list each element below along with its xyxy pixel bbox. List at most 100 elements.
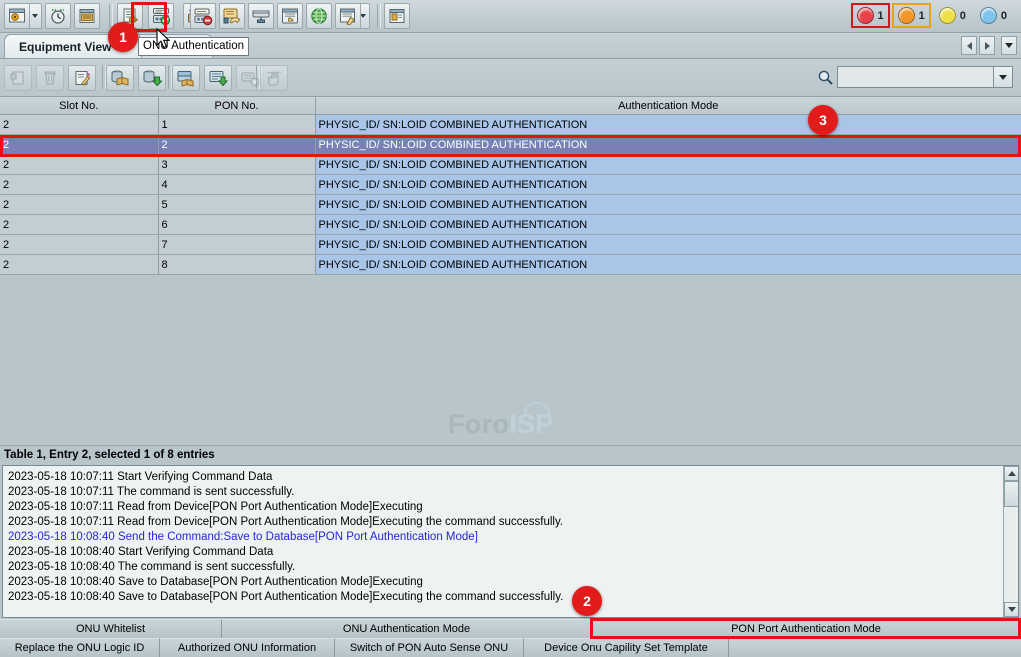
tab-scroll-right-button[interactable]: [979, 36, 995, 55]
alarm-major[interactable]: 1: [892, 3, 931, 28]
major-alarm-count: 1: [919, 10, 925, 22]
bottom-tab-row-primary: ONU WhitelistONU Authentication ModePON …: [0, 619, 1021, 638]
log-scroll-up-button[interactable]: [1004, 466, 1019, 481]
timer-icon[interactable]: [45, 3, 71, 29]
table-row[interactable]: 21PHYSIC_ID/ SN:LOID COMBINED AUTHENTICA…: [0, 115, 1021, 135]
onu-list-icon[interactable]: [74, 3, 100, 29]
log-line: 2023-05-18 10:07:11 Start Verifying Comm…: [8, 470, 1003, 485]
onu-authentication-icon[interactable]: [148, 3, 174, 29]
log-line: 2023-05-18 10:07:11 Read from Device[PON…: [8, 515, 1003, 530]
new-window-icon[interactable]: [4, 3, 30, 29]
hand-tool-icon[interactable]: [260, 65, 288, 91]
pon-authentication-table: Slot No. PON No. Authentication Mode 21P…: [0, 97, 1021, 275]
dropdown-caret-icon[interactable]: [29, 3, 42, 29]
table-row[interactable]: 25PHYSIC_ID/ SN:LOID COMBINED AUTHENTICA…: [0, 195, 1021, 215]
globe-icon[interactable]: [306, 3, 332, 29]
table-row[interactable]: 23PHYSIC_ID/ SN:LOID COMBINED AUTHENTICA…: [0, 155, 1021, 175]
watermark-foro: Foro: [448, 409, 509, 439]
pon-authentication-table-container: Slot No. PON No. Authentication Mode 21P…: [0, 97, 1021, 440]
onu-delete-icon[interactable]: [190, 3, 216, 29]
cell-slot-no: 2: [0, 155, 158, 175]
log-scrollbar[interactable]: [1003, 466, 1018, 617]
log-line: 2023-05-18 10:08:40 The command is sent …: [8, 560, 1003, 575]
alarm-warning[interactable]: 0: [974, 3, 1013, 28]
table-row[interactable]: 28PHYSIC_ID/ SN:LOID COMBINED AUTHENTICA…: [0, 255, 1021, 275]
table-row[interactable]: 26PHYSIC_ID/ SN:LOID COMBINED AUTHENTICA…: [0, 215, 1021, 235]
bottom-tab-row-secondary: Replace the ONU Logic IDAuthorized ONU I…: [0, 638, 1021, 657]
table-status-line: Table 1, Entry 2, selected 1 of 8 entrie…: [0, 445, 1021, 465]
cell-authentication-mode: PHYSIC_ID/ SN:LOID COMBINED AUTHENTICATI…: [315, 195, 1021, 215]
table-row[interactable]: 22PHYSIC_ID/ SN:LOID COMBINED AUTHENTICA…: [0, 135, 1021, 155]
cell-pon-no: 7: [158, 235, 315, 255]
cell-slot-no: 2: [0, 215, 158, 235]
bottom-tab-onu-whitelist[interactable]: ONU Whitelist: [0, 619, 222, 638]
minor-alarm-icon: [939, 7, 956, 24]
log-line: 2023-05-18 10:08:40 Save to Database[PON…: [8, 575, 1003, 590]
cell-pon-no: 2: [158, 135, 315, 155]
watermark: ForoISP: [448, 409, 554, 440]
log-line: 2023-05-18 10:08:40 Save to Database[PON…: [8, 590, 1003, 605]
command-log-lines: 2023-05-18 10:07:11 Start Verifying Comm…: [3, 466, 1003, 605]
search-box: [813, 64, 1013, 90]
table-row[interactable]: 27PHYSIC_ID/ SN:LOID COMBINED AUTHENTICA…: [0, 235, 1021, 255]
device-save-icon[interactable]: [204, 65, 232, 91]
annotation-badge-3: 3: [808, 105, 838, 135]
bottom-tab-replace-the-onu-logic-id[interactable]: Replace the ONU Logic ID: [0, 638, 160, 657]
database-save-icon[interactable]: [138, 65, 166, 91]
bottom-tab-device-onu-capility-set-template[interactable]: Device Onu Capility Set Template: [524, 638, 729, 657]
table-row[interactable]: 24PHYSIC_ID/ SN:LOID COMBINED AUTHENTICA…: [0, 175, 1021, 195]
bottom-tab-pon-port-authentication-mode[interactable]: PON Port Authentication Mode: [592, 619, 1021, 638]
add-icon[interactable]: [4, 65, 32, 91]
cell-authentication-mode: PHYSIC_ID/ SN:LOID COMBINED AUTHENTICATI…: [315, 235, 1021, 255]
table-action-toolbar: [0, 59, 1021, 97]
log-line: 2023-05-18 10:07:11 Read from Device[PON…: [8, 500, 1003, 515]
bottom-tab-onu-authentication-mode[interactable]: ONU Authentication Mode: [222, 619, 592, 638]
column-header-pon-no[interactable]: PON No.: [158, 97, 315, 115]
bottom-tab-authorized-onu-information[interactable]: Authorized ONU Information: [160, 638, 335, 657]
table-header-row: Slot No. PON No. Authentication Mode: [0, 97, 1021, 115]
delete-icon[interactable]: [36, 65, 64, 91]
tab-scroll-left-button[interactable]: [961, 36, 977, 55]
log-line: 2023-05-18 10:07:11 The command is sent …: [8, 485, 1003, 500]
annotation-badge-2: 2: [572, 586, 602, 616]
cell-slot-no: 2: [0, 195, 158, 215]
server-list-icon[interactable]: [277, 3, 303, 29]
report-icon[interactable]: [335, 3, 361, 29]
log-scroll-down-button[interactable]: [1004, 602, 1019, 617]
minor-alarm-count: 0: [960, 10, 966, 22]
cell-pon-no: 3: [158, 155, 315, 175]
cell-slot-no: 2: [0, 235, 158, 255]
database-read-icon[interactable]: [106, 65, 134, 91]
alarm-minor[interactable]: 0: [933, 3, 972, 28]
watermark-isp: ISP: [509, 409, 553, 439]
panel-icon[interactable]: [384, 3, 410, 29]
cell-pon-no: 1: [158, 115, 315, 135]
edit-icon[interactable]: [68, 65, 96, 91]
cell-authentication-mode: PHYSIC_ID/ SN:LOID COMBINED AUTHENTICATI…: [315, 115, 1021, 135]
log-scroll-thumb[interactable]: [1004, 481, 1019, 507]
tab-navigation: [959, 36, 1017, 55]
cell-authentication-mode: PHYSIC_ID/ SN:LOID COMBINED AUTHENTICATI…: [315, 135, 1021, 155]
log-line: 2023-05-18 10:08:40 Start Verifying Comm…: [8, 545, 1003, 560]
critical-alarm-icon: [857, 7, 874, 24]
search-input[interactable]: [837, 66, 994, 88]
major-alarm-icon: [898, 7, 915, 24]
search-icon[interactable]: [813, 64, 837, 90]
main-toolbar: 1 1 0 0: [0, 0, 1021, 33]
cell-slot-no: 2: [0, 255, 158, 275]
device-read-icon[interactable]: [172, 65, 200, 91]
application-window: 1 1 0 0 Equipment View n View ×: [0, 0, 1021, 657]
column-header-authentication-mode[interactable]: Authentication Mode: [315, 97, 1021, 115]
search-dropdown-button[interactable]: [994, 66, 1013, 88]
alarm-critical[interactable]: 1: [851, 3, 890, 28]
bottom-tab-switch-of-pon-auto-sense-onu[interactable]: Switch of PON Auto Sense ONU: [335, 638, 524, 657]
cell-pon-no: 5: [158, 195, 315, 215]
tab-list-dropdown-button[interactable]: [1001, 36, 1017, 55]
device-icon[interactable]: [248, 3, 274, 29]
onu-config-icon[interactable]: [219, 3, 245, 29]
cell-authentication-mode: PHYSIC_ID/ SN:LOID COMBINED AUTHENTICATI…: [315, 155, 1021, 175]
alarm-status-indicators: 1 1 0 0: [849, 3, 1014, 28]
log-line: 2023-05-18 10:08:40 Send the Command:Sav…: [8, 530, 1003, 545]
bottom-tab-filler: [729, 638, 1021, 657]
column-header-slot-no[interactable]: Slot No.: [0, 97, 158, 115]
